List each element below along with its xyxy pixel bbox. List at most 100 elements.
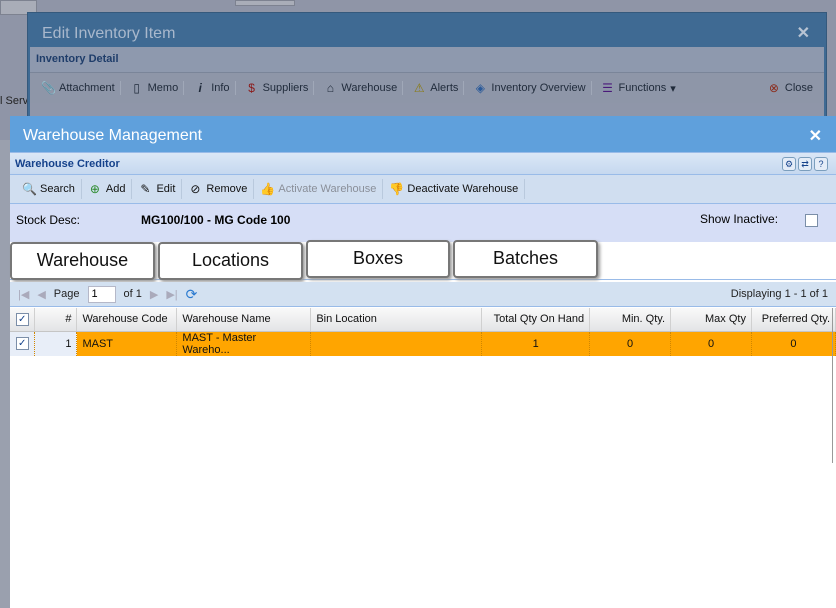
paperclip-icon: 📎: [41, 81, 56, 95]
warehouse-name: MAST - Master Wareho...: [176, 331, 312, 356]
label: Functions: [618, 82, 667, 94]
table-row[interactable]: ✓ 1 MAST MAST - Master Wareho... 1 0 0 0: [10, 331, 836, 356]
scrollbar-edge: [832, 308, 833, 463]
show-inactive-checkbox[interactable]: [805, 214, 818, 227]
column-header[interactable]: Total Qty On Hand: [481, 308, 591, 332]
help-icon[interactable]: ?: [814, 157, 828, 171]
close-circle-icon: ⊗: [768, 81, 779, 95]
total-qty: 1: [481, 331, 591, 356]
close-icon[interactable]: ✕: [797, 23, 810, 43]
refresh-icon[interactable]: ⇄: [798, 157, 812, 171]
page-count: of 1: [123, 288, 142, 300]
window-title: Edit Inventory Item: [42, 25, 176, 42]
pager: |◀ ◀ Page of 1 ▶ ▶| ⟳ Displaying 1 - 1 o…: [10, 282, 836, 307]
label: Alerts: [430, 82, 459, 94]
label: Info: [211, 82, 230, 94]
page-input[interactable]: [87, 285, 116, 303]
add-document-icon: ⊕: [89, 182, 100, 196]
panel-title: Warehouse Creditor: [15, 158, 120, 170]
bin-location: [310, 331, 483, 356]
suppliers-button[interactable]: $ Suppliers: [240, 81, 315, 95]
label: Memo: [147, 82, 179, 94]
tab-boxes[interactable]: Boxes: [306, 240, 450, 278]
tab-locations[interactable]: Locations: [158, 242, 303, 280]
suppliers-icon: $: [248, 81, 255, 95]
menu-icon: ☰: [602, 81, 613, 95]
label: Remove: [206, 183, 248, 195]
alerts-button[interactable]: ⚠ Alerts: [407, 81, 465, 95]
column-header[interactable]: Preferred Qty.: [751, 308, 836, 332]
stock-desc-value: MG100/100 - MG Code 100: [141, 213, 291, 227]
add-button[interactable]: ⊕ Add: [82, 179, 133, 199]
background-strip: [0, 140, 10, 608]
remove-document-icon: ⊘: [190, 182, 201, 196]
warehouse-code: MAST: [76, 331, 178, 356]
tab-warehouse[interactable]: Warehouse: [10, 242, 155, 280]
remove-button[interactable]: ⊘ Remove: [182, 179, 255, 199]
edit-button[interactable]: ✎ Edit: [132, 179, 183, 199]
select-all-checkbox[interactable]: ✓: [15, 312, 29, 326]
column-header[interactable]: Warehouse Name: [176, 308, 312, 332]
attachment-button[interactable]: 📎 Attachment: [36, 81, 121, 95]
thumbs-down-icon: 👎: [389, 182, 405, 196]
inventory-overview-button[interactable]: ◈ Inventory Overview: [468, 81, 592, 95]
warehouse-grid: ✓ # Warehouse Code Warehouse Name Bin Lo…: [10, 308, 836, 356]
info-icon: i: [198, 81, 202, 95]
row-checkbox[interactable]: ✓: [15, 337, 29, 350]
info-button[interactable]: i Info: [188, 81, 236, 95]
label: Close: [784, 82, 813, 94]
background-field: [235, 0, 295, 6]
memo-button[interactable]: ▯ Memo: [125, 81, 185, 95]
label: Add: [105, 183, 126, 195]
search-icon: 🔍: [22, 182, 37, 196]
column-header[interactable]: Bin Location: [310, 308, 483, 332]
last-page-icon[interactable]: ▶|: [166, 288, 177, 301]
column-header[interactable]: Max Qty: [670, 308, 752, 332]
max-qty: 0: [670, 331, 752, 356]
column-header[interactable]: Warehouse Code: [76, 308, 178, 332]
tab-batches[interactable]: Batches: [453, 240, 598, 278]
prev-page-icon[interactable]: ◀: [37, 288, 45, 301]
functions-menu[interactable]: ☰ Functions ▾: [596, 81, 681, 95]
background-text: l Serv: [0, 95, 29, 107]
label: Search: [40, 183, 75, 195]
tag-icon: ◈: [475, 81, 485, 95]
close-icon[interactable]: ✕: [809, 126, 822, 146]
window-title: Warehouse Management: [23, 127, 203, 144]
edit-inventory-window: Edit Inventory Item ✕ Inventory Detail 📎…: [27, 12, 827, 122]
label: Warehouse: [341, 82, 398, 94]
label: Edit: [156, 183, 176, 195]
preferred-qty: 0: [751, 331, 836, 356]
warehouse-toolbar: 🔍 Search ⊕ Add ✎ Edit ⊘ Remove 👍 Activate War…: [10, 175, 836, 204]
inventory-toolbar: 📎 Attachment ▯ Memo i Info $ Suppliers ⌂ Ware…: [30, 73, 824, 103]
displaying-text: Displaying 1 - 1 of 1: [730, 288, 828, 300]
warning-icon: ⚠: [413, 81, 425, 95]
label: Activate Warehouse: [278, 183, 377, 195]
label: Suppliers: [262, 82, 309, 94]
warehouse-icon: ⌂: [326, 81, 335, 95]
warehouse-button[interactable]: ⌂ Warehouse: [318, 81, 404, 95]
next-page-icon[interactable]: ▶: [150, 288, 158, 301]
activate-warehouse-button[interactable]: 👍 Activate Warehouse: [254, 179, 384, 199]
deactivate-warehouse-button[interactable]: 👎 Deactivate Warehouse: [383, 179, 526, 199]
column-header[interactable]: Min. Qty.: [589, 308, 672, 332]
panel-title: Inventory Detail: [36, 53, 119, 65]
row-number: 1: [34, 331, 78, 356]
min-qty: 0: [589, 331, 672, 356]
label: Attachment: [59, 82, 115, 94]
edit-document-icon: ✎: [140, 182, 151, 196]
show-inactive-label: Show Inactive:: [700, 212, 779, 226]
label: Deactivate Warehouse: [407, 183, 519, 195]
page-label: Page: [53, 288, 80, 300]
label: Inventory Overview: [491, 82, 586, 94]
first-page-icon[interactable]: |◀: [18, 288, 29, 301]
column-header[interactable]: #: [34, 308, 78, 332]
close-button[interactable]: ⊗ Close: [762, 81, 818, 95]
refresh-icon[interactable]: ⟳: [186, 286, 198, 303]
gear-icon[interactable]: ⚙: [782, 157, 796, 171]
memo-icon: ▯: [133, 81, 140, 95]
search-button[interactable]: 🔍 Search: [16, 179, 82, 199]
thumbs-up-icon: 👍: [260, 182, 276, 196]
warehouse-management-window: Warehouse Management ✕ Warehouse Creditor…: [10, 116, 836, 608]
stock-desc-label: Stock Desc:: [16, 213, 81, 227]
